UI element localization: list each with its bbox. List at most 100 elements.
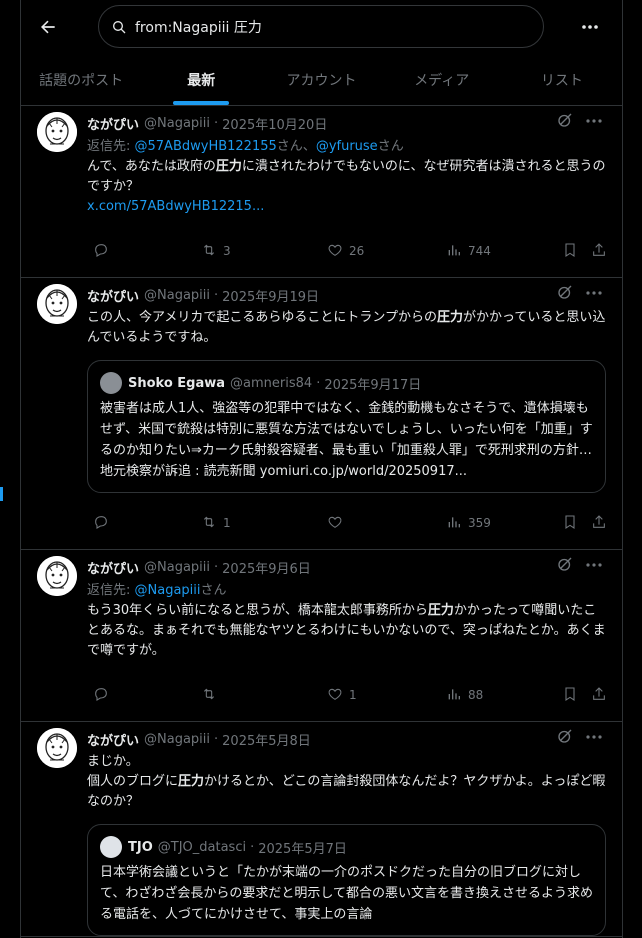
- quoted-author-handle: @TJO_datasci: [157, 839, 247, 855]
- search-query: from:Nagapiii 圧力: [135, 19, 262, 36]
- search-highlight: 圧力: [436, 310, 463, 325]
- more-icon: [582, 25, 598, 29]
- avatar[interactable]: [37, 284, 77, 324]
- grok-icon[interactable]: [556, 727, 576, 747]
- quoted-author-name: TJO: [128, 839, 153, 855]
- author-name: ながぴい: [87, 289, 140, 305]
- reply-suffix: さん: [377, 139, 404, 154]
- views-button[interactable]: 359: [440, 505, 491, 541]
- separator-dot: ·: [214, 559, 219, 575]
- share-button[interactable]: [585, 505, 607, 541]
- bookmark-button[interactable]: [556, 233, 578, 269]
- retweet-button[interactable]: 1: [195, 505, 231, 541]
- bar-chart-icon: [446, 514, 462, 533]
- post-date: 2025年9月19日: [222, 289, 320, 305]
- retweet-button[interactable]: 3: [195, 233, 231, 269]
- avatar[interactable]: [37, 556, 77, 596]
- post-text: まじか。 個人のブログに圧力かけるとか、どこの言論封殺団体なんだよ？ヤクザかよ。よ…: [87, 752, 606, 812]
- post-more-button[interactable]: [583, 111, 605, 131]
- left-sidebar-edge: [0, 0, 20, 938]
- search-input[interactable]: from:Nagapiii 圧力: [98, 5, 544, 48]
- post-date: 2025年9月6日: [222, 561, 311, 577]
- post-link[interactable]: x.com/57ABdwyHB12215...: [87, 199, 264, 214]
- bar-chart-icon: [446, 686, 462, 705]
- share-button[interactable]: [585, 677, 607, 713]
- quoted-post-text: 被害者は成人1人、強盗等の犯罪中ではなく、金銭的動機もなさそうで、遺体損壊もせず…: [100, 401, 593, 479]
- post[interactable]: ながぴい @Nagapiii · 2025年9月19日 この人、今アメリカで起こるあらゆ…: [21, 278, 622, 550]
- quoted-avatar: [100, 372, 122, 394]
- post-actions: 1 88: [21, 677, 622, 721]
- reply-button[interactable]: [87, 677, 109, 713]
- search-highlight: 圧力: [178, 774, 205, 789]
- author-handle: @Nagapiii: [144, 115, 211, 131]
- share-icon: [591, 242, 607, 261]
- quoted-post[interactable]: TJO @TJO_datasci · 2025年5月7日 日本学術会議というと「たかが末…: [87, 824, 606, 936]
- separator-dot: ·: [214, 287, 219, 303]
- reply-suffix: さん: [276, 139, 303, 154]
- action-count: 3: [223, 244, 231, 258]
- grok-icon[interactable]: [556, 111, 576, 131]
- quoted-avatar: [100, 836, 122, 858]
- heart-icon: [327, 242, 343, 261]
- divider: [622, 0, 623, 938]
- retweet-icon: [201, 514, 217, 533]
- active-tab-indicator: [173, 101, 230, 105]
- avatar[interactable]: [37, 728, 77, 768]
- reply-join: 、: [302, 139, 316, 154]
- post-text: んで、あなたは政府の圧力に潰されたわけでもないのに、なぜ研究者は潰されると思うの…: [87, 157, 606, 217]
- avatar[interactable]: [37, 112, 77, 152]
- back-button[interactable]: [33, 12, 63, 42]
- retweet-icon: [201, 242, 217, 261]
- post[interactable]: ながぴい @Nagapiii · 2025年5月8日 まじか。 個人のブログに圧力かけると…: [21, 722, 622, 937]
- quoted-author-name: Shoko Egawa: [128, 375, 226, 391]
- tab-lists[interactable]: リスト: [502, 54, 622, 105]
- quoted-post[interactable]: Shoko Egawa @amneris84 · 2025年9月17日被害者は成人1人…: [87, 360, 606, 493]
- quoted-post-header: TJO @TJO_datasci · 2025年5月7日: [100, 836, 593, 858]
- grok-icon[interactable]: [556, 555, 576, 575]
- reply-icon: [93, 242, 109, 261]
- views-button[interactable]: 88: [440, 677, 483, 713]
- action-count: 26: [349, 244, 365, 258]
- bookmark-icon: [562, 686, 578, 705]
- retweet-button[interactable]: [195, 677, 217, 713]
- like-button[interactable]: 1: [321, 677, 357, 713]
- post-more-button[interactable]: [583, 727, 605, 747]
- post-feed: ながぴい @Nagapiii · 2025年10月20日 返信先: @57ABdwyHB…: [21, 106, 622, 937]
- author-handle: @Nagapiii: [144, 731, 211, 747]
- bookmark-button[interactable]: [556, 677, 578, 713]
- tab-latest[interactable]: 最新: [141, 54, 261, 105]
- post[interactable]: ながぴい @Nagapiii · 2025年9月6日 返信先: @Nagapiiiさんも…: [21, 550, 622, 722]
- mention-link[interactable]: @Nagapiii: [135, 583, 201, 598]
- tab-accounts[interactable]: アカウント: [261, 54, 381, 105]
- post[interactable]: ながぴい @Nagapiii · 2025年10月20日 返信先: @57ABdwyHB…: [21, 106, 622, 278]
- grok-icon[interactable]: [556, 283, 576, 303]
- bookmark-button[interactable]: [556, 505, 578, 541]
- share-button[interactable]: [585, 233, 607, 269]
- post-more-button[interactable]: [583, 555, 605, 575]
- tab-top[interactable]: 話題のポスト: [21, 54, 141, 105]
- mention-link[interactable]: @yfuruse: [316, 139, 378, 154]
- reply-to: 返信先: @57ABdwyHB122155さん、@yfuruseさん: [87, 135, 606, 154]
- reply-button[interactable]: [87, 233, 109, 269]
- post-text: もう30年くらい前になると思うが、橋本龍太郎事務所から圧力かかったって噂聞いたこ…: [87, 601, 606, 661]
- quoted-author-handle: @amneris84: [230, 375, 313, 391]
- reply-icon: [93, 514, 109, 533]
- reply-icon: [93, 686, 109, 705]
- post-more-button[interactable]: [583, 283, 605, 303]
- more-options-button[interactable]: [576, 14, 604, 40]
- post-header: ながぴい @Nagapiii · 2025年10月20日: [87, 114, 606, 133]
- quoted-post-header: Shoko Egawa @amneris84 · 2025年9月17日: [100, 372, 593, 394]
- author-handle: @Nagapiii: [144, 559, 211, 575]
- tab-media[interactable]: メディア: [382, 54, 502, 105]
- author-name: ながぴい: [87, 733, 140, 749]
- action-count: 88: [468, 688, 484, 702]
- reply-button[interactable]: [87, 505, 109, 541]
- views-button[interactable]: 744: [440, 233, 491, 269]
- like-button[interactable]: 26: [321, 233, 364, 269]
- mention-link[interactable]: @57ABdwyHB122155: [135, 139, 277, 154]
- separator-dot: ·: [214, 115, 219, 131]
- reply-suffix: さん: [200, 583, 227, 598]
- like-button[interactable]: [321, 505, 343, 541]
- search-tabs: 話題のポスト 最新 アカウント メディア リスト: [21, 54, 622, 106]
- arrow-left-icon: [41, 20, 55, 34]
